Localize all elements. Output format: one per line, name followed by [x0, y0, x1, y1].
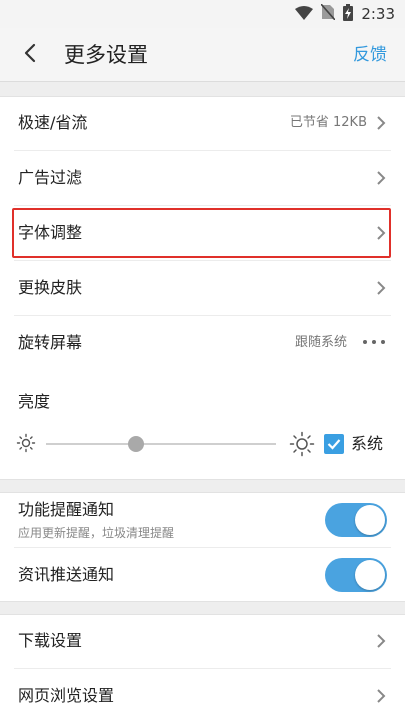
feature-notify-sublabel: 应用更新提醒，垃圾清理提醒 [18, 526, 175, 540]
news-notify-toggle[interactable] [325, 558, 387, 592]
feature-notify-label: 功能提醒通知 [18, 500, 115, 519]
back-arrow-icon [24, 43, 36, 67]
news-notify-row: 资讯推送通知 [0, 548, 405, 602]
font-adjust-label: 字体调整 [18, 223, 83, 242]
page-title: 更多设置 [64, 43, 148, 67]
checkmark-icon [327, 435, 341, 454]
feedback-button[interactable]: 反馈 [353, 43, 387, 67]
chevron-right-icon [375, 280, 387, 296]
brightness-label: 亮度 [18, 392, 51, 411]
browse-settings-row[interactable]: 网页浏览设置 [0, 669, 405, 720]
chevron-right-icon [375, 633, 387, 649]
status-time: 2:33 [361, 5, 395, 23]
speed-saver-label: 极速/省流 [18, 113, 88, 132]
speed-saver-row[interactable]: 极速/省流 已节省 12KB [0, 96, 405, 150]
font-adjust-row[interactable]: 字体调整 [0, 206, 405, 260]
rotate-screen-label: 旋转屏幕 [18, 333, 83, 352]
system-brightness-label: 系统 [351, 434, 384, 453]
feature-notify-row: 功能提醒通知 应用更新提醒，垃圾清理提醒 [0, 492, 405, 546]
news-notify-label: 资讯推送通知 [18, 565, 115, 584]
system-brightness-checkbox[interactable] [324, 434, 344, 454]
status-bar: 2:33 [0, 0, 405, 28]
ad-filter-row[interactable]: 广告过滤 [0, 151, 405, 205]
brightness-low-icon [16, 433, 36, 453]
chevron-right-icon [375, 115, 387, 131]
brightness-slider-track[interactable] [46, 443, 276, 445]
rotate-screen-row[interactable]: 旋转屏幕 跟随系统 [0, 316, 405, 370]
feature-notify-toggle[interactable] [325, 503, 387, 537]
chevron-right-icon [375, 225, 387, 241]
brightness-slider-thumb[interactable] [127, 436, 144, 452]
battery-charging-icon [343, 3, 354, 25]
status-icons: 2:33 [295, 3, 395, 25]
rotate-screen-value: 跟随系统 [294, 335, 347, 350]
more-dots-icon [363, 340, 385, 344]
chevron-right-icon [375, 688, 387, 704]
browse-settings-label: 网页浏览设置 [18, 686, 115, 705]
brightness-high-icon [289, 431, 315, 457]
app-bar: 更多设置 反馈 [0, 28, 405, 82]
sim-off-icon [320, 3, 336, 24]
download-settings-label: 下载设置 [18, 631, 83, 650]
change-skin-label: 更换皮肤 [18, 278, 83, 297]
change-skin-row[interactable]: 更换皮肤 [0, 261, 405, 315]
download-settings-row[interactable]: 下载设置 [0, 614, 405, 668]
speed-saver-value: 已节省 12KB [289, 115, 367, 130]
wifi-icon [295, 5, 314, 24]
ad-filter-label: 广告过滤 [18, 168, 83, 187]
chevron-right-icon [375, 170, 387, 186]
back-button[interactable] [16, 41, 44, 69]
